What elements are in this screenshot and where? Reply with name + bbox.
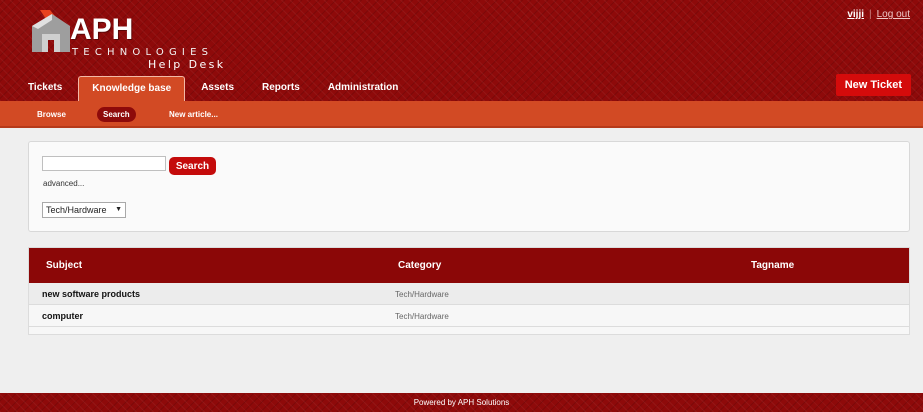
logo-house-icon: [32, 10, 70, 52]
row-category: Tech/Hardware: [395, 312, 449, 321]
brand-logo[interactable]: APH TECHNOLOGIES Help Desk: [30, 8, 230, 71]
tab-reports[interactable]: Reports: [248, 76, 314, 101]
sub-nav: Browse Search New article...: [0, 101, 923, 128]
row-subject[interactable]: computer: [42, 305, 83, 327]
new-ticket-button[interactable]: New Ticket: [835, 74, 911, 96]
results-table: Subject Category Tagname new software pr…: [28, 247, 910, 335]
tab-knowledge-base[interactable]: Knowledge base: [78, 76, 186, 101]
search-panel: Search advanced... Tech/Hardware ▼: [28, 141, 910, 232]
table-row[interactable]: new software products Tech/Hardware: [29, 283, 909, 305]
brand-name: APH: [70, 13, 134, 46]
subnav-search[interactable]: Search: [97, 107, 136, 122]
table-header: Subject Category Tagname: [29, 248, 909, 283]
category-select-value: Tech/Hardware: [46, 205, 107, 215]
tab-tickets[interactable]: Tickets: [14, 76, 76, 101]
tab-assets[interactable]: Assets: [187, 76, 248, 101]
userbar-separator: |: [869, 9, 872, 20]
row-subject[interactable]: new software products: [42, 283, 140, 305]
category-select[interactable]: Tech/Hardware ▼: [42, 202, 126, 218]
table-row[interactable]: computer Tech/Hardware: [29, 305, 909, 327]
username-link[interactable]: vijji: [847, 9, 864, 20]
subnav-browse[interactable]: Browse: [37, 107, 66, 122]
brand-product: Help Desk: [148, 58, 226, 71]
column-header-subject[interactable]: Subject: [46, 248, 82, 283]
column-header-category[interactable]: Category: [398, 248, 441, 283]
user-bar: vijji | Log out: [847, 9, 910, 20]
main-nav: Tickets Knowledge base Assets Reports Ad…: [14, 76, 412, 101]
logout-link[interactable]: Log out: [877, 9, 910, 20]
subnav-new-article[interactable]: New article...: [169, 107, 218, 122]
dropdown-arrow-icon: ▼: [115, 206, 122, 213]
footer-text: Powered by APH Solutions: [413, 398, 510, 407]
search-input[interactable]: [42, 156, 166, 171]
search-button[interactable]: Search: [169, 157, 216, 175]
app-header: APH TECHNOLOGIES Help Desk vijji | Log out…: [0, 0, 923, 101]
column-header-tagname[interactable]: Tagname: [751, 248, 794, 283]
advanced-search-link[interactable]: advanced...: [43, 179, 84, 188]
row-category: Tech/Hardware: [395, 290, 449, 299]
tab-administration[interactable]: Administration: [314, 76, 413, 101]
page-footer: Powered by APH Solutions: [0, 393, 923, 412]
